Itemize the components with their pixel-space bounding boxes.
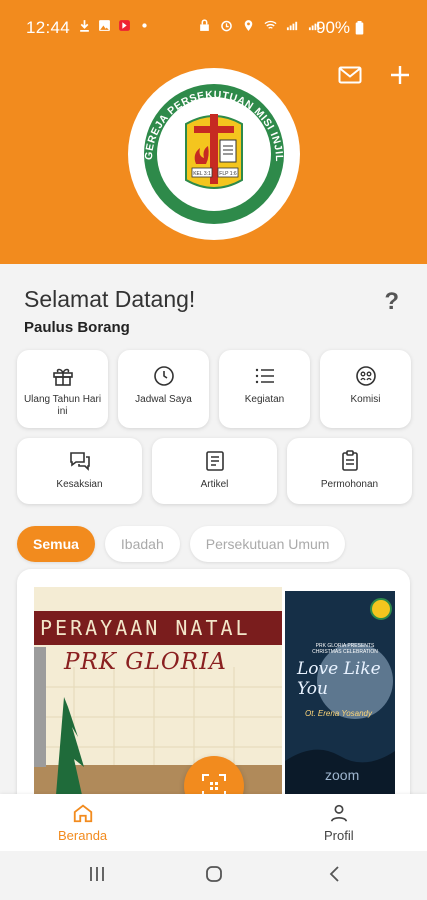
- church-seal: GEREJA PERSEKUTUAN MISI INJIL INDONESIA …: [124, 59, 294, 234]
- header-actions: [337, 64, 413, 86]
- location-icon: [244, 20, 253, 31]
- nav-home[interactable]: Beranda: [58, 802, 107, 843]
- menu-label: Artikel: [200, 479, 229, 490]
- menu-row-1: Ulang Tahun Hari ini Jadwal Saya Kegiata…: [17, 350, 411, 428]
- poster-header: PRK GLORIA PRESENTS CHRISTMAS CELEBRATIO…: [312, 643, 378, 655]
- app-notif-icon: [119, 20, 130, 31]
- main-content[interactable]: Selamat Datang! Paulus Borang ? Ulang Ta…: [0, 264, 427, 794]
- dot-icon: [142, 23, 147, 28]
- app-header: 12:44 90% GEREJA PERSEKUTUAN MISI INJIL …: [0, 0, 427, 264]
- menu-commission-button[interactable]: Komisi: [320, 350, 411, 428]
- poster-zoom: zoom: [325, 767, 360, 783]
- banner-title: PERAYAAN NATAL: [34, 611, 282, 645]
- bottom-navigation: Beranda Profil: [0, 794, 427, 851]
- system-navigation-bar: [0, 851, 427, 900]
- recent-apps-icon: [90, 867, 104, 881]
- menu-label: Jadwal Saya: [135, 394, 192, 405]
- menu-testimony-button[interactable]: Kesaksian: [17, 438, 142, 504]
- status-time: 12:44: [26, 18, 71, 37]
- back-button[interactable]: [326, 865, 344, 888]
- logo-verse-right: FLP 1:6: [219, 171, 237, 177]
- nav-profile-label: Profil: [324, 828, 354, 843]
- user-name: Paulus Borang: [24, 319, 130, 336]
- menu-label: Ulang Tahun Hari ini: [23, 394, 102, 417]
- gift-icon: [52, 368, 73, 386]
- battery-icon: [355, 21, 364, 35]
- home-icon: [73, 804, 92, 823]
- mail-icon: [338, 66, 362, 84]
- home-system-icon: [206, 866, 222, 882]
- menu-row-2: Kesaksian Artikel Permohonan: [17, 438, 412, 504]
- event-poster-image[interactable]: PRK GLORIA PRESENTS CHRISTMAS CELEBRATIO…: [285, 591, 395, 794]
- recent-apps-button[interactable]: [88, 865, 106, 888]
- plus-icon: [391, 66, 409, 84]
- menu-schedule-button[interactable]: Jadwal Saya: [118, 350, 209, 428]
- welcome-title: Selamat Datang!: [24, 286, 196, 312]
- menu-activities-button[interactable]: Kegiatan: [219, 350, 310, 428]
- battery-percent: 90%: [316, 18, 351, 37]
- add-button[interactable]: [387, 64, 413, 86]
- menu-article-button[interactable]: Artikel: [152, 438, 277, 504]
- wifi-icon: [264, 20, 277, 29]
- menu-birthday-button[interactable]: Ulang Tahun Hari ini: [17, 350, 108, 428]
- alarm-icon: [221, 20, 232, 32]
- menu-label: Kesaksian: [56, 479, 103, 490]
- list-icon: [255, 368, 274, 384]
- chip-all[interactable]: Semua: [17, 526, 95, 562]
- filter-chips: Semua Ibadah Persekutuan Umum: [17, 526, 346, 562]
- group-icon: [355, 366, 376, 386]
- chip-general-fellowship[interactable]: Persekutuan Umum: [189, 526, 346, 562]
- back-icon: [329, 866, 339, 882]
- home-system-button[interactable]: [205, 865, 223, 888]
- banner-subtitle: PRK GLORIA: [64, 649, 227, 675]
- lock-icon: [200, 19, 209, 31]
- image-icon: [99, 20, 110, 31]
- menu-label: Permohonan: [320, 479, 379, 490]
- status-bar: 12:44 90%: [0, 0, 427, 56]
- clipboard-icon: [341, 450, 358, 471]
- nav-home-label: Beranda: [58, 828, 108, 843]
- event-banner-image[interactable]: PERAYAAN NATAL PRK GLORIA: [34, 587, 282, 794]
- clock-icon: [153, 366, 174, 386]
- nav-profile[interactable]: Profil: [324, 802, 354, 843]
- menu-label: Kegiatan: [244, 394, 285, 405]
- status-system-icons: [198, 19, 321, 32]
- poster-guest: Ot. Erena Yosandy: [305, 709, 373, 718]
- menu-label: Komisi: [350, 394, 381, 405]
- help-icon[interactable]: ?: [384, 288, 399, 316]
- mail-button[interactable]: [337, 64, 363, 86]
- download-icon: [80, 20, 89, 32]
- battery-level: 90%: [316, 18, 364, 38]
- menu-request-button[interactable]: Permohonan: [287, 438, 412, 504]
- poster-title: Love Like You: [297, 659, 381, 699]
- signal-icon: [286, 21, 298, 31]
- logo-verse-left: KEL 3:1: [193, 171, 211, 177]
- status-notification-icons: [78, 19, 151, 32]
- chat-icon: [69, 452, 90, 471]
- profile-icon: [330, 804, 347, 822]
- chip-worship[interactable]: Ibadah: [104, 526, 180, 562]
- church-logo: GEREJA PERSEKUTUAN MISI INJIL INDONESIA …: [124, 59, 300, 240]
- article-icon: [205, 451, 224, 471]
